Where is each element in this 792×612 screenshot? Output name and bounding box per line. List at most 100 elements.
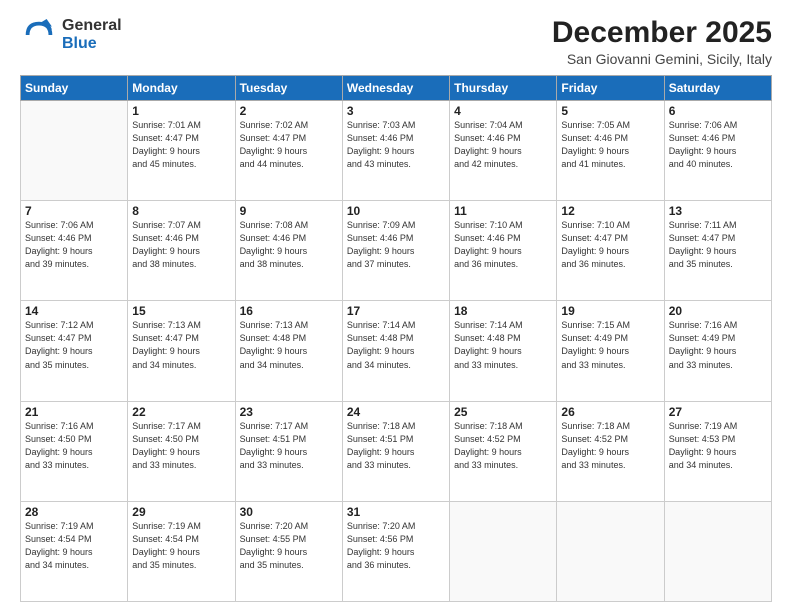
table-row: 8Sunrise: 7:07 AMSunset: 4:46 PMDaylight…	[128, 201, 235, 301]
col-tuesday: Tuesday	[235, 76, 342, 101]
table-row: 7Sunrise: 7:06 AMSunset: 4:46 PMDaylight…	[21, 201, 128, 301]
table-row: 22Sunrise: 7:17 AMSunset: 4:50 PMDayligh…	[128, 401, 235, 501]
day-number: 22	[132, 405, 230, 419]
table-row: 25Sunrise: 7:18 AMSunset: 4:52 PMDayligh…	[450, 401, 557, 501]
day-number: 26	[561, 405, 659, 419]
day-number: 8	[132, 204, 230, 218]
logo-icon	[20, 16, 58, 54]
day-info: Sunrise: 7:13 AMSunset: 4:47 PMDaylight:…	[132, 319, 230, 371]
calendar-week-row: 21Sunrise: 7:16 AMSunset: 4:50 PMDayligh…	[21, 401, 772, 501]
day-info: Sunrise: 7:06 AMSunset: 4:46 PMDaylight:…	[25, 219, 123, 271]
calendar-week-row: 1Sunrise: 7:01 AMSunset: 4:47 PMDaylight…	[21, 101, 772, 201]
day-info: Sunrise: 7:10 AMSunset: 4:47 PMDaylight:…	[561, 219, 659, 271]
day-number: 27	[669, 405, 767, 419]
col-thursday: Thursday	[450, 76, 557, 101]
col-monday: Monday	[128, 76, 235, 101]
day-info: Sunrise: 7:18 AMSunset: 4:52 PMDaylight:…	[561, 420, 659, 472]
table-row: 27Sunrise: 7:19 AMSunset: 4:53 PMDayligh…	[664, 401, 771, 501]
day-number: 16	[240, 304, 338, 318]
table-row: 11Sunrise: 7:10 AMSunset: 4:46 PMDayligh…	[450, 201, 557, 301]
day-info: Sunrise: 7:12 AMSunset: 4:47 PMDaylight:…	[25, 319, 123, 371]
table-row: 30Sunrise: 7:20 AMSunset: 4:55 PMDayligh…	[235, 501, 342, 601]
day-number: 14	[25, 304, 123, 318]
table-row: 23Sunrise: 7:17 AMSunset: 4:51 PMDayligh…	[235, 401, 342, 501]
table-row: 1Sunrise: 7:01 AMSunset: 4:47 PMDaylight…	[128, 101, 235, 201]
table-row: 16Sunrise: 7:13 AMSunset: 4:48 PMDayligh…	[235, 301, 342, 401]
day-number: 13	[669, 204, 767, 218]
table-row: 9Sunrise: 7:08 AMSunset: 4:46 PMDaylight…	[235, 201, 342, 301]
table-row	[21, 101, 128, 201]
table-row: 19Sunrise: 7:15 AMSunset: 4:49 PMDayligh…	[557, 301, 664, 401]
day-info: Sunrise: 7:06 AMSunset: 4:46 PMDaylight:…	[669, 119, 767, 171]
day-info: Sunrise: 7:18 AMSunset: 4:51 PMDaylight:…	[347, 420, 445, 472]
calendar-header-row: Sunday Monday Tuesday Wednesday Thursday…	[21, 76, 772, 101]
day-info: Sunrise: 7:17 AMSunset: 4:50 PMDaylight:…	[132, 420, 230, 472]
calendar-table: Sunday Monday Tuesday Wednesday Thursday…	[20, 75, 772, 602]
day-info: Sunrise: 7:17 AMSunset: 4:51 PMDaylight:…	[240, 420, 338, 472]
day-info: Sunrise: 7:13 AMSunset: 4:48 PMDaylight:…	[240, 319, 338, 371]
day-number: 6	[669, 104, 767, 118]
table-row: 2Sunrise: 7:02 AMSunset: 4:47 PMDaylight…	[235, 101, 342, 201]
col-saturday: Saturday	[664, 76, 771, 101]
day-number: 15	[132, 304, 230, 318]
day-number: 9	[240, 204, 338, 218]
col-friday: Friday	[557, 76, 664, 101]
day-number: 18	[454, 304, 552, 318]
page: General Blue December 2025 San Giovanni …	[0, 0, 792, 612]
logo-general-text: General	[62, 17, 122, 35]
day-info: Sunrise: 7:16 AMSunset: 4:50 PMDaylight:…	[25, 420, 123, 472]
table-row: 12Sunrise: 7:10 AMSunset: 4:47 PMDayligh…	[557, 201, 664, 301]
calendar-week-row: 28Sunrise: 7:19 AMSunset: 4:54 PMDayligh…	[21, 501, 772, 601]
day-number: 20	[669, 304, 767, 318]
day-info: Sunrise: 7:14 AMSunset: 4:48 PMDaylight:…	[454, 319, 552, 371]
day-number: 2	[240, 104, 338, 118]
day-info: Sunrise: 7:03 AMSunset: 4:46 PMDaylight:…	[347, 119, 445, 171]
logo-blue-text: Blue	[62, 35, 122, 53]
day-number: 19	[561, 304, 659, 318]
day-info: Sunrise: 7:01 AMSunset: 4:47 PMDaylight:…	[132, 119, 230, 171]
table-row: 10Sunrise: 7:09 AMSunset: 4:46 PMDayligh…	[342, 201, 449, 301]
day-info: Sunrise: 7:18 AMSunset: 4:52 PMDaylight:…	[454, 420, 552, 472]
logo-text: General Blue	[62, 17, 122, 53]
day-number: 23	[240, 405, 338, 419]
logo: General Blue	[20, 16, 122, 54]
day-number: 25	[454, 405, 552, 419]
day-info: Sunrise: 7:10 AMSunset: 4:46 PMDaylight:…	[454, 219, 552, 271]
day-info: Sunrise: 7:11 AMSunset: 4:47 PMDaylight:…	[669, 219, 767, 271]
day-number: 10	[347, 204, 445, 218]
col-sunday: Sunday	[21, 76, 128, 101]
table-row: 18Sunrise: 7:14 AMSunset: 4:48 PMDayligh…	[450, 301, 557, 401]
table-row: 5Sunrise: 7:05 AMSunset: 4:46 PMDaylight…	[557, 101, 664, 201]
day-info: Sunrise: 7:19 AMSunset: 4:53 PMDaylight:…	[669, 420, 767, 472]
table-row: 29Sunrise: 7:19 AMSunset: 4:54 PMDayligh…	[128, 501, 235, 601]
day-info: Sunrise: 7:02 AMSunset: 4:47 PMDaylight:…	[240, 119, 338, 171]
day-info: Sunrise: 7:05 AMSunset: 4:46 PMDaylight:…	[561, 119, 659, 171]
table-row: 28Sunrise: 7:19 AMSunset: 4:54 PMDayligh…	[21, 501, 128, 601]
day-number: 4	[454, 104, 552, 118]
day-number: 7	[25, 204, 123, 218]
day-info: Sunrise: 7:20 AMSunset: 4:56 PMDaylight:…	[347, 520, 445, 572]
table-row	[450, 501, 557, 601]
col-wednesday: Wednesday	[342, 76, 449, 101]
day-number: 5	[561, 104, 659, 118]
day-info: Sunrise: 7:07 AMSunset: 4:46 PMDaylight:…	[132, 219, 230, 271]
day-number: 11	[454, 204, 552, 218]
day-number: 12	[561, 204, 659, 218]
day-number: 24	[347, 405, 445, 419]
table-row: 3Sunrise: 7:03 AMSunset: 4:46 PMDaylight…	[342, 101, 449, 201]
day-number: 30	[240, 505, 338, 519]
table-row	[557, 501, 664, 601]
day-info: Sunrise: 7:04 AMSunset: 4:46 PMDaylight:…	[454, 119, 552, 171]
day-info: Sunrise: 7:14 AMSunset: 4:48 PMDaylight:…	[347, 319, 445, 371]
table-row: 24Sunrise: 7:18 AMSunset: 4:51 PMDayligh…	[342, 401, 449, 501]
table-row: 31Sunrise: 7:20 AMSunset: 4:56 PMDayligh…	[342, 501, 449, 601]
day-number: 31	[347, 505, 445, 519]
table-row: 4Sunrise: 7:04 AMSunset: 4:46 PMDaylight…	[450, 101, 557, 201]
day-number: 17	[347, 304, 445, 318]
table-row: 21Sunrise: 7:16 AMSunset: 4:50 PMDayligh…	[21, 401, 128, 501]
table-row: 20Sunrise: 7:16 AMSunset: 4:49 PMDayligh…	[664, 301, 771, 401]
day-info: Sunrise: 7:09 AMSunset: 4:46 PMDaylight:…	[347, 219, 445, 271]
calendar-week-row: 14Sunrise: 7:12 AMSunset: 4:47 PMDayligh…	[21, 301, 772, 401]
day-number: 29	[132, 505, 230, 519]
table-row: 6Sunrise: 7:06 AMSunset: 4:46 PMDaylight…	[664, 101, 771, 201]
